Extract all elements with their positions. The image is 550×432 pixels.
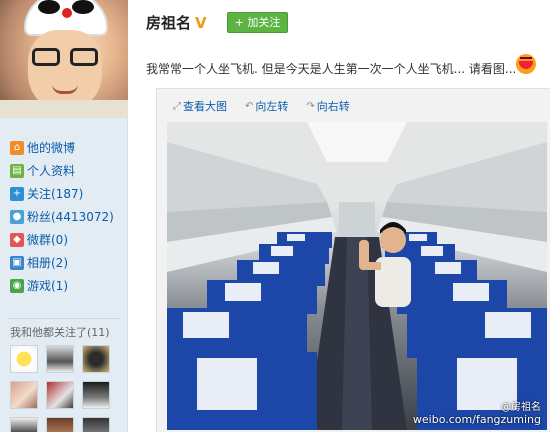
group-icon: ◆ (10, 232, 24, 247)
rotate-right-label: 向右转 (316, 100, 350, 113)
sidebar-item-label: 他的微博 (27, 141, 76, 155)
view-large-button[interactable]: ⤢ 查看大图 (173, 98, 227, 114)
profile-header: 房祖名 V + 加关注 (146, 12, 289, 33)
rotate-left-label: 向左转 (255, 100, 289, 113)
profile-avatar[interactable] (0, 0, 128, 118)
sidebar-item-profile[interactable]: ▤ 个人资料 (10, 159, 114, 182)
sidebar-item-fans[interactable]: ● 粉丝(4413072) (10, 205, 114, 228)
mutual-follow-avatar[interactable] (82, 417, 110, 432)
main-content: 房祖名 V + 加关注 我常常一个人坐飞机. 但是今天是人生第一次一个人坐飞机.… (128, 0, 550, 432)
sidebar-item-label: 微群(0) (27, 233, 68, 247)
mutual-follow-avatar[interactable] (10, 381, 38, 409)
zoom-icon: ⤢ (173, 100, 181, 112)
watermark-url: weibo.com/fangzuming (412, 413, 541, 426)
follow-button[interactable]: + 加关注 (226, 12, 289, 33)
photo-card: ⤢ 查看大图 ↶ 向左转 ↷ 向右转 @房祖名 weibo.com/fangzu… (156, 88, 550, 432)
laughing-emoji-icon (516, 54, 536, 74)
v-badge-icon: V (195, 13, 207, 32)
follow-icon: + (10, 186, 24, 201)
sidebar-item-group[interactable]: ◆ 微群(0) (10, 228, 114, 251)
left-sidebar: ⌂ 他的微博 ▤ 个人资料 + 关注(187) ● 粉丝(4413072) ◆ 微群(0)… (0, 0, 128, 432)
mutual-follow-avatar[interactable] (46, 345, 74, 373)
game-icon: ◉ (10, 278, 24, 293)
mutual-follow-avatar[interactable] (46, 417, 74, 432)
sidebar-item-label: 相册(2) (27, 256, 68, 270)
home-icon: ⌂ (10, 140, 24, 155)
divider (8, 318, 120, 319)
mutual-follow-avatar[interactable] (82, 381, 110, 409)
view-large-label: 查看大图 (183, 100, 227, 113)
sidebar-item-label: 关注(187) (27, 187, 84, 201)
sidebar-item-label: 粉丝(4413072) (27, 210, 114, 224)
sidebar-item-follow[interactable]: + 关注(187) (10, 182, 114, 205)
sidebar-item-label: 个人资料 (27, 164, 76, 178)
sidebar-nav: ⌂ 他的微博 ▤ 个人资料 + 关注(187) ● 粉丝(4413072) ◆ 微群(0)… (10, 136, 114, 297)
photo-toolbar: ⤢ 查看大图 ↶ 向左转 ↷ 向右转 (173, 98, 368, 114)
fans-icon: ● (10, 209, 24, 224)
mutual-follow-avatar[interactable] (46, 381, 74, 409)
mutual-follow-heading[interactable]: 我和他都关注了(11) (10, 324, 110, 340)
watermark-name: @房祖名 (501, 402, 541, 413)
sidebar-item-album[interactable]: ▣ 相册(2) (10, 251, 114, 274)
mutual-follow-avatar[interactable] (82, 345, 110, 373)
profile-name[interactable]: 房祖名 (146, 12, 191, 33)
album-icon: ▣ (10, 255, 24, 270)
sidebar-item-weibo[interactable]: ⌂ 他的微博 (10, 136, 114, 159)
photo-watermark: @房祖名 weibo.com/fangzuming (413, 398, 541, 426)
rotate-left-icon: ↶ (245, 100, 254, 112)
profile-card-icon: ▤ (10, 163, 24, 178)
post-photo[interactable]: @房祖名 weibo.com/fangzuming (167, 122, 547, 430)
mutual-follow-avatar[interactable] (10, 417, 38, 432)
airplane-cabin-image (167, 122, 547, 430)
mutual-follow-grid (10, 345, 110, 432)
sidebar-item-game[interactable]: ◉ 游戏(1) (10, 274, 114, 297)
mutual-follow-label: 我和他都关注了(11) (10, 326, 110, 339)
rotate-left-button[interactable]: ↶ 向左转 (245, 98, 288, 114)
rotate-right-icon: ↷ (306, 100, 315, 112)
sidebar-item-label: 游戏(1) (27, 279, 68, 293)
mutual-follow-avatar[interactable] (10, 345, 38, 373)
post-text: 我常常一个人坐飞机. 但是今天是人生第一次一个人坐飞机... 请看图... (146, 62, 517, 76)
rotate-right-button[interactable]: ↷ 向右转 (306, 98, 349, 114)
